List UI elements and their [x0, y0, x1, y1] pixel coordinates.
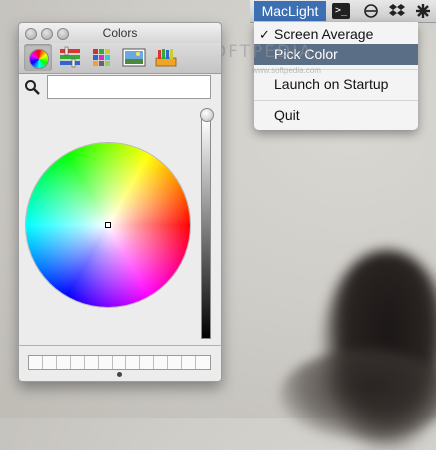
magnifier-icon: [24, 79, 40, 95]
brightness-slider-knob[interactable]: [200, 108, 214, 122]
brightness-slider[interactable]: [201, 117, 211, 339]
color-swatch[interactable]: [140, 356, 155, 369]
color-swatch[interactable]: [70, 356, 85, 369]
tab-color-palettes[interactable]: [88, 44, 116, 71]
watermark-url: www.softpedia.com: [252, 66, 321, 75]
color-swatch[interactable]: [126, 356, 141, 369]
menu-separator: [254, 100, 418, 101]
color-swatch[interactable]: [56, 356, 71, 369]
color-swatch[interactable]: [196, 356, 210, 369]
color-swatch[interactable]: [154, 356, 169, 369]
panel-title: Colors: [102, 26, 138, 40]
color-swatch[interactable]: [98, 356, 113, 369]
menu-item-quit[interactable]: Quit: [254, 105, 418, 126]
color-wheel-icon: [29, 49, 49, 69]
color-wheel-cursor[interactable]: [105, 222, 111, 228]
sliders-icon: [60, 46, 80, 68]
menu-item-label: Launch on Startup: [274, 76, 389, 92]
menu-item-launch-on-startup[interactable]: Launch on Startup: [254, 74, 418, 95]
colors-panel-titlebar[interactable]: Colors: [19, 23, 221, 43]
tab-color-wheel[interactable]: [24, 44, 52, 71]
tab-color-sliders[interactable]: [56, 44, 84, 71]
terminal-icon[interactable]: >_: [332, 3, 350, 19]
color-swatch-well[interactable]: [28, 355, 211, 370]
crayons-icon: [155, 49, 177, 67]
color-swatch[interactable]: [29, 356, 43, 369]
color-swatch[interactable]: [182, 356, 197, 369]
background-blur-shadow: [280, 350, 436, 440]
color-swatch[interactable]: [112, 356, 127, 369]
menu-item-label: Quit: [274, 107, 300, 123]
tab-crayons[interactable]: [152, 44, 180, 71]
image-palettes-icon: [122, 48, 146, 67]
color-swatch[interactable]: [84, 356, 99, 369]
color-swatch[interactable]: [42, 356, 57, 369]
gear-icon[interactable]: [414, 3, 432, 19]
panel-divider: [18, 345, 222, 346]
color-swatch[interactable]: [168, 356, 183, 369]
tab-image-palettes[interactable]: [120, 44, 148, 71]
dropbox-icon[interactable]: [388, 3, 406, 19]
color-search-field[interactable]: [47, 75, 211, 99]
swatch-resize-handle[interactable]: [117, 372, 122, 377]
palettes-icon: [93, 49, 110, 66]
maclight-menu-title[interactable]: MacLight: [254, 1, 326, 21]
colors-toolbar: [19, 43, 221, 74]
circle-slash-icon[interactable]: [362, 3, 380, 19]
maclight-dropdown-menu: ✓ Screen Average Pick Color Launch on St…: [254, 22, 418, 130]
